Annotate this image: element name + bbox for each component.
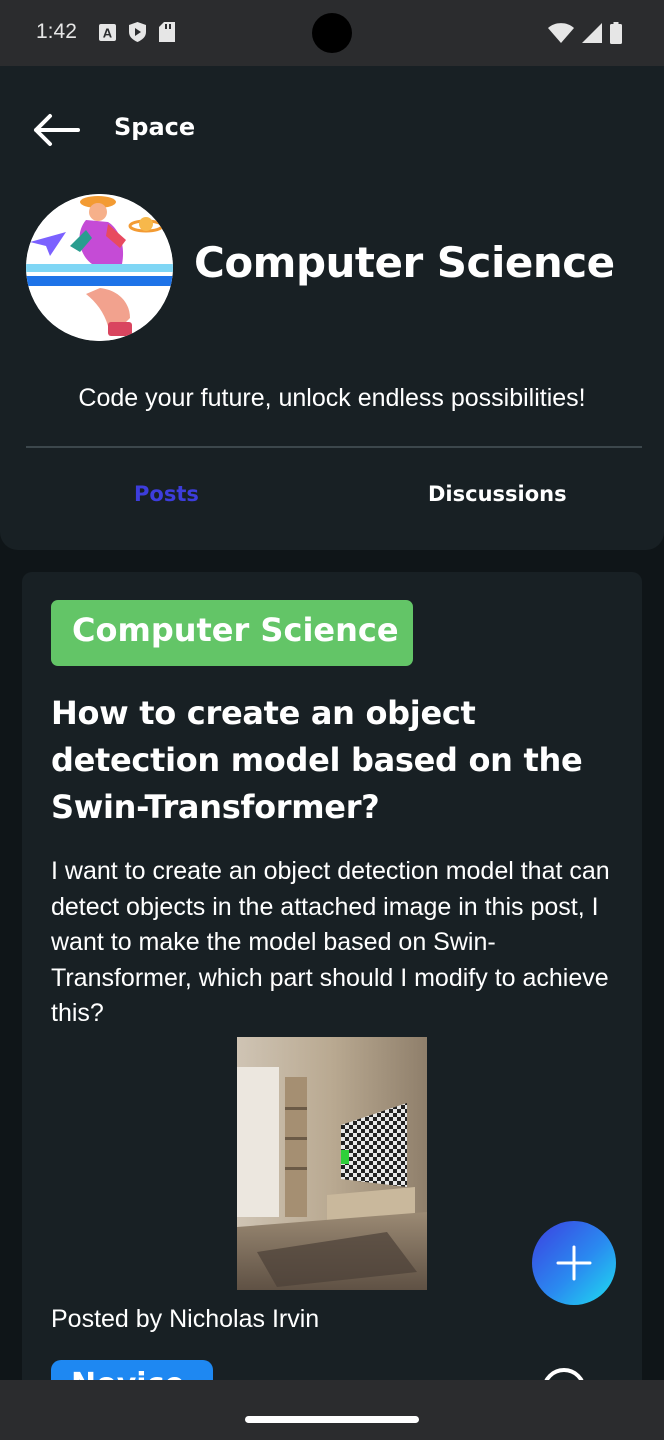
status-time: 1:42 [36, 20, 77, 43]
home-indicator[interactable] [245, 1416, 419, 1423]
wifi-icon [548, 23, 574, 47]
space-avatar [26, 194, 173, 341]
post-body: I want to create an object detection mod… [51, 857, 610, 1027]
arrow-left-icon [34, 114, 80, 146]
a-letter-icon: A [98, 22, 116, 42]
battery-icon [610, 22, 622, 48]
header-title: Space [114, 113, 196, 141]
category-badge[interactable]: Computer Science [51, 600, 413, 666]
tab-posts[interactable]: Posts [134, 482, 199, 506]
svg-text:A: A [102, 25, 112, 40]
space-header: Space Computer Science Code your future,… [0, 66, 664, 550]
header-divider [26, 446, 642, 448]
signal-icon [582, 23, 602, 47]
space-name: Computer Science [194, 238, 615, 287]
status-system-icons [548, 22, 622, 48]
post-image[interactable] [237, 1037, 427, 1290]
shield-play-icon [128, 22, 146, 42]
back-button[interactable] [30, 110, 84, 150]
post-author[interactable]: Posted by Nicholas Irvin [51, 1305, 319, 1334]
camera-cutout [312, 13, 352, 53]
space-description: Code your future, unlock endless possibi… [78, 384, 586, 412]
sd-card-icon [158, 22, 176, 42]
status-notification-icons: A [98, 22, 176, 42]
add-post-button[interactable] [532, 1221, 616, 1305]
plus-icon [556, 1245, 592, 1281]
status-bar: 1:42 A [0, 0, 664, 66]
tab-discussions[interactable]: Discussions [428, 482, 567, 506]
system-nav-bar [0, 1380, 664, 1440]
post-title[interactable]: How to create an object detection model … [51, 690, 621, 831]
